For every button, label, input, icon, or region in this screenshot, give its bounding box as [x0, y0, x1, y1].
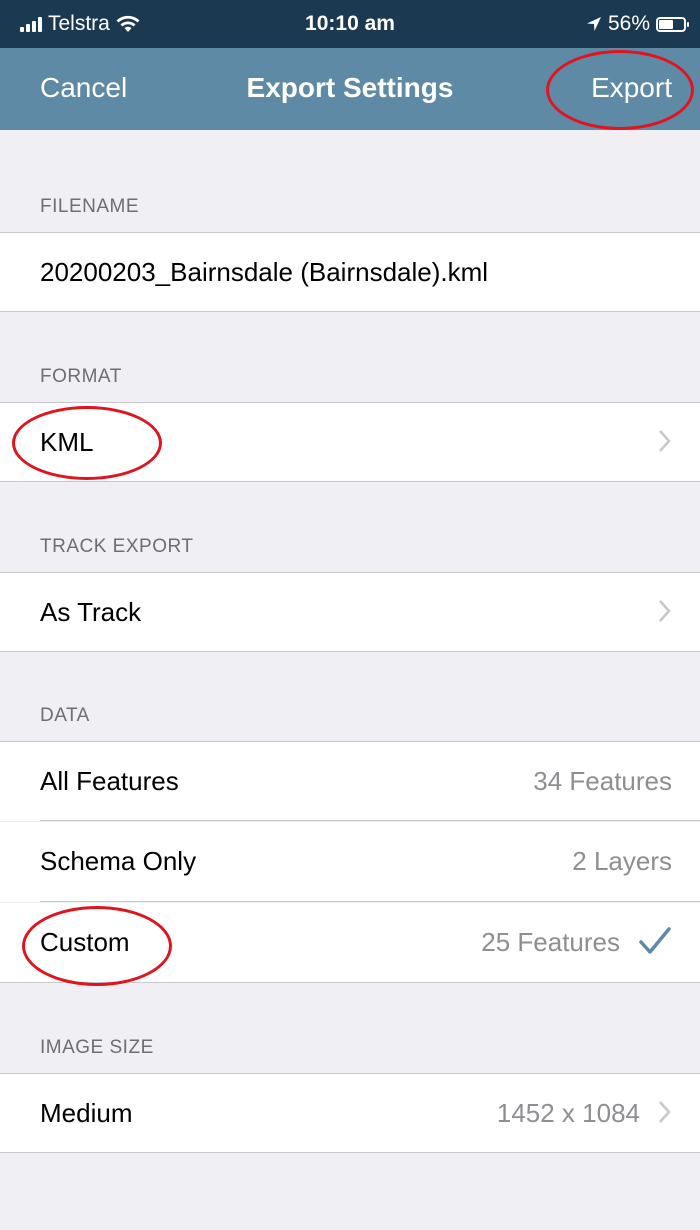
image-size-label: Medium: [40, 1098, 133, 1128]
data-option-schema-only[interactable]: Schema Only 2 Layers: [0, 822, 700, 902]
chevron-right-icon: [659, 1101, 671, 1123]
location-arrow-icon: [586, 17, 601, 31]
option-detail: 25 Features: [481, 927, 620, 957]
section-header-data: DATA: [40, 705, 90, 726]
option-detail: 2 Layers: [572, 846, 672, 876]
image-size-cell[interactable]: Medium 1452 x 1084: [0, 1073, 700, 1153]
track-export-cell[interactable]: As Track: [0, 572, 700, 652]
export-button[interactable]: Export: [591, 72, 672, 104]
option-label: Custom: [40, 927, 130, 957]
data-option-all-features[interactable]: All Features 34 Features: [0, 741, 700, 821]
battery-percent: 56%: [607, 12, 650, 35]
status-right: 56%: [586, 12, 689, 36]
chevron-right-icon: [659, 600, 671, 622]
image-size-detail: 1452 x 1084: [496, 1098, 640, 1128]
status-bar: Telstra 10:10 am 56%: [0, 0, 700, 48]
option-label: Schema Only: [40, 846, 197, 876]
option-label: All Features: [40, 766, 179, 796]
checkmark-icon: [639, 927, 671, 954]
section-header-image-size: IMAGE SIZE: [40, 1037, 154, 1058]
section-header-format: FORMAT: [40, 366, 122, 387]
section-header-track-export: TRACK EXPORT: [40, 536, 194, 557]
section-header-filename: FILENAME: [40, 196, 140, 217]
row-separator: [40, 901, 700, 902]
data-option-custom[interactable]: Custom 25 Features: [0, 903, 700, 983]
row-separator: [40, 820, 700, 821]
nav-bar: Cancel Export Settings Export: [0, 48, 700, 130]
option-detail: 34 Features: [533, 766, 672, 796]
track-export-value: As Track: [40, 597, 142, 627]
format-value: KML: [40, 427, 94, 457]
filename-cell[interactable]: 20200203_Bairnsdale (Bairnsdale).kml: [0, 232, 700, 312]
format-cell[interactable]: KML: [0, 402, 700, 482]
filename-value: 20200203_Bairnsdale (Bairnsdale).kml: [40, 257, 489, 287]
chevron-right-icon: [659, 430, 671, 452]
battery-icon: [656, 16, 689, 32]
